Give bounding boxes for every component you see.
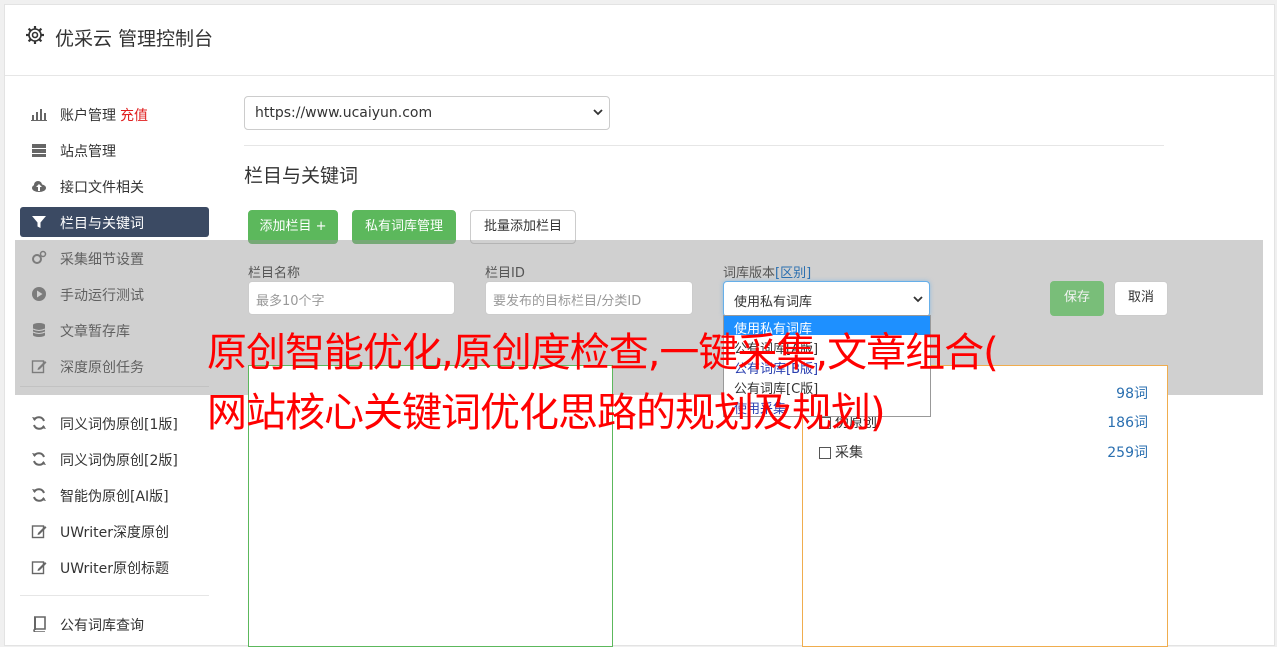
headline-line1: 原创智能优化,原创度检查,一键采集,文章组合( [207, 330, 999, 376]
sidebar-item-uwriter-title[interactable]: UWriter原创标题 [20, 552, 209, 582]
sidebar-item-ai-rewrite[interactable]: 智能伪原创[AI版] [20, 480, 209, 510]
chevron-down-icon [913, 296, 923, 303]
sidebar-item-label: 公有词库查询 [60, 618, 144, 634]
refresh-icon [32, 488, 46, 502]
page-title: 优采云 管理控制台 [55, 28, 214, 50]
save-button[interactable]: 保存 [1050, 281, 1104, 316]
sidebar-item-account[interactable]: 账户管理 充值 [20, 99, 209, 129]
lib-version-select[interactable]: 使用私有词库 [723, 281, 930, 317]
sidebar-item-label: UWriter深度原创 [60, 525, 169, 541]
sidebar-item-label: 站点管理 [60, 144, 116, 160]
column-name-label: 栏目名称 [248, 266, 301, 281]
cancel-button[interactable]: 取消 [1114, 281, 1168, 316]
book-icon [33, 616, 46, 632]
column-id-label: 栏目ID [485, 266, 525, 281]
edit-icon [31, 561, 47, 575]
server-icon [32, 144, 46, 157]
sidebar-divider [20, 595, 209, 596]
recharge-link[interactable]: 充值 [120, 108, 148, 124]
word-count: 98词 [1116, 386, 1148, 402]
lib-version-label: 词库版本[区别] [723, 266, 812, 281]
sidebar-item-public-lib[interactable]: 公有词库查询 [20, 609, 209, 639]
sidebar-item-synonym-v2[interactable]: 同义词伪原创[2版] [20, 444, 209, 474]
list-item[interactable]: 采集 [819, 442, 863, 462]
sidebar-item-label: 同义词伪原创[1版] [60, 417, 178, 433]
checkbox[interactable] [819, 447, 831, 459]
gear-icon [26, 26, 44, 44]
sidebar-item-columns[interactable]: 栏目与关键词 [20, 207, 209, 237]
sidebar-item-label: UWriter原创标题 [60, 561, 169, 577]
divider [244, 145, 1164, 146]
refresh-icon [32, 416, 46, 430]
refresh-icon [32, 452, 46, 466]
sidebar-item-synonym-v1[interactable]: 同义词伪原创[1版] [20, 408, 209, 438]
private-lib-button[interactable]: 私有词库管理 [352, 210, 456, 244]
filter-icon [32, 216, 46, 228]
column-name-input[interactable]: 最多10个字 [248, 281, 455, 315]
sidebar-item-sites[interactable]: 站点管理 [20, 135, 209, 165]
sidebar-item-label: 账户管理 [60, 108, 116, 124]
sidebar-item-uwriter-deep[interactable]: UWriter深度原创 [20, 516, 209, 546]
sidebar-item-label: 同义词伪原创[2版] [60, 453, 178, 469]
site-select[interactable]: https://www.ucaiyun.com [244, 96, 610, 130]
section-title: 栏目与关键词 [244, 165, 359, 187]
batch-add-button[interactable]: 批量添加栏目 [470, 210, 576, 244]
word-count: 186词 [1107, 415, 1148, 431]
sidebar-item-label: 智能伪原创[AI版] [60, 489, 169, 505]
header: 优采云 管理控制台 [5, 5, 1274, 76]
add-column-button[interactable]: 添加栏目 + [248, 210, 338, 244]
bar-chart-icon [31, 109, 47, 121]
sidebar-item-label: 接口文件相关 [60, 180, 144, 196]
headline-line2: 网站核心关键词优化思路的规划及规划) [207, 390, 886, 436]
lib-diff-link[interactable]: [区别] [775, 266, 811, 281]
sidebar-item-label: 栏目与关键词 [60, 216, 144, 232]
chevron-down-icon [593, 109, 603, 116]
column-id-input[interactable]: 要发布的目标栏目/分类ID [485, 281, 693, 315]
cloud-upload-icon [32, 181, 46, 192]
edit-icon [31, 525, 47, 539]
sidebar-item-interface[interactable]: 接口文件相关 [20, 171, 209, 201]
word-count: 259词 [1107, 445, 1148, 461]
